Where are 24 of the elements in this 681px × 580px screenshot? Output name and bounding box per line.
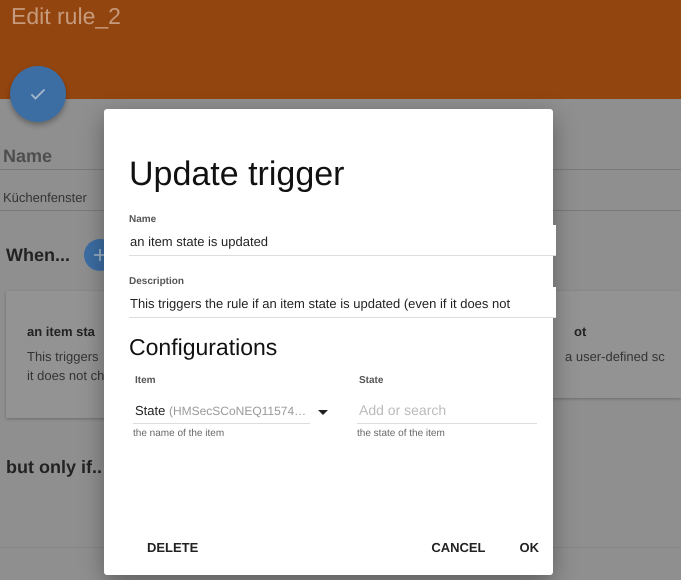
- field-hint: the state of the item: [357, 428, 445, 439]
- card-description: This triggers: [27, 348, 99, 366]
- field-hint: the name of the item: [133, 428, 224, 439]
- card-description: a user-defined sc: [565, 348, 665, 366]
- field-label: Item: [135, 375, 156, 386]
- section-heading: but only if..: [6, 456, 102, 479]
- field-label: Name: [129, 214, 156, 225]
- delete-button[interactable]: DELETE: [145, 534, 200, 561]
- cancel-button[interactable]: CANCEL: [429, 534, 488, 561]
- text-field[interactable]: an item state is updated: [129, 225, 556, 256]
- card-description: it does not ch: [27, 367, 104, 385]
- page-title: Edit rule_2: [11, 2, 121, 30]
- card-title: an item sta: [27, 324, 95, 339]
- section-title: Configurations: [129, 334, 278, 361]
- text-field[interactable]: This triggers the rule if an item state is updated (even if it does not: [129, 287, 556, 318]
- plus-icon: [94, 249, 106, 261]
- card-title: ot: [574, 324, 586, 339]
- field-label: Description: [129, 276, 184, 287]
- field-label: State: [359, 375, 384, 386]
- caret-icon: [318, 410, 328, 414]
- check-icon: [30, 88, 46, 100]
- section-heading: When...: [6, 244, 70, 267]
- ok-button[interactable]: OK: [518, 534, 541, 561]
- trigger-card[interactable]: ot a user-defined sc: [552, 291, 681, 398]
